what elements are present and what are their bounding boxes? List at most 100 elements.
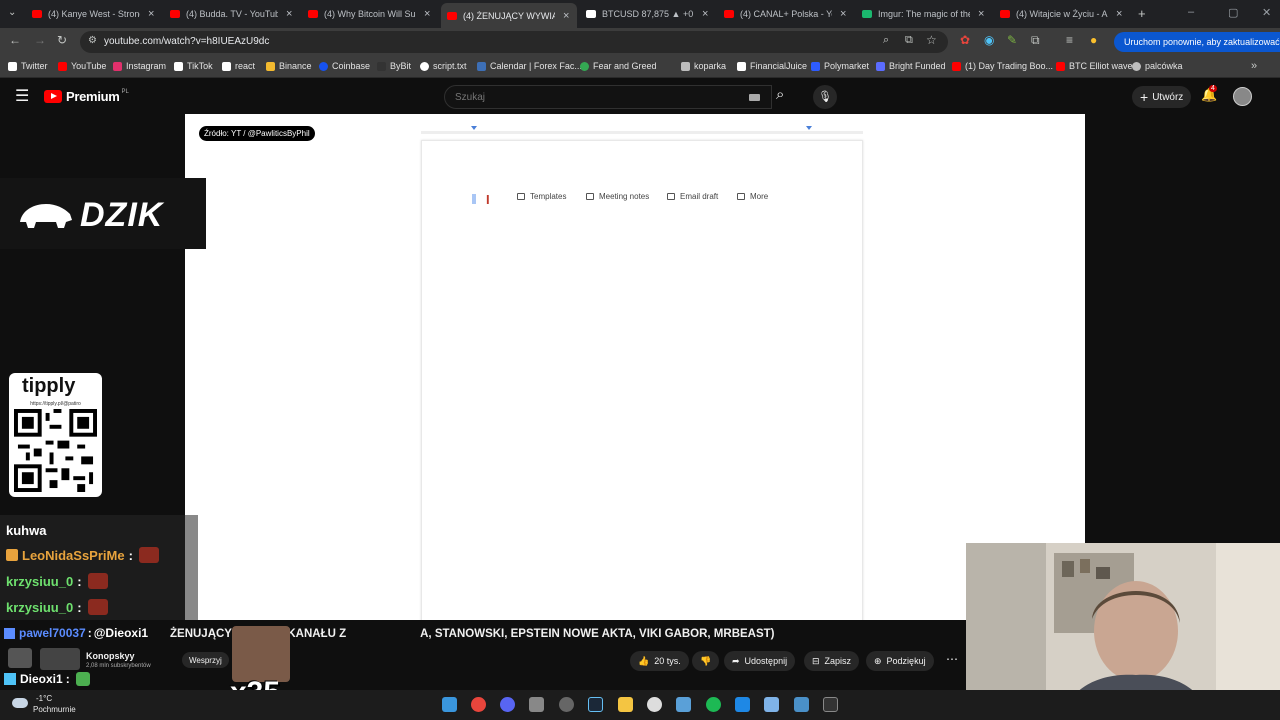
app-icon[interactable] [647,697,662,712]
meeting-notes-chip[interactable]: Meeting notes [586,189,649,203]
extension-icon[interactable]: ✎ [1007,33,1017,47]
app-icon[interactable] [676,697,691,712]
more-chip[interactable]: More [737,189,768,203]
forward-icon[interactable]: → [34,33,46,47]
browser-tab-active[interactable]: (4) ŻENUJĄCY WYWIAD K× [441,3,577,28]
app-icon[interactable] [559,697,574,712]
bookmark-item[interactable]: Bright Funded [876,61,946,71]
bookmark-item[interactable]: palcówka [1132,61,1183,71]
bookmark-item[interactable]: ByBit [377,61,411,71]
thanks-button[interactable]: ⊕ Podziękuj [866,651,934,671]
bookmark-item[interactable]: script.txt [420,61,467,71]
browser-tab[interactable]: BTCUSD 87,875 ▲ +0.87%× [580,4,716,24]
search-box[interactable] [444,85,772,109]
save-button[interactable]: ⊟ Zapisz [804,651,860,671]
windows-start-icon[interactable] [442,697,457,712]
document-page[interactable]: I [421,140,863,630]
profile-avatar-icon[interactable]: ● [1090,33,1097,47]
dislike-button[interactable]: 👎 [692,651,720,671]
update-restart-button[interactable]: Uruchom ponownie, aby zaktualizować⋮ [1114,32,1280,52]
site-info-icon[interactable]: ⚙ [88,35,97,46]
minimize-icon[interactable]: – [1188,6,1194,18]
url-text[interactable]: youtube.com/watch?v=h8IUEAzU9dc [104,36,269,47]
search-input[interactable] [455,90,735,104]
more-actions-icon[interactable]: ⋯ [946,652,958,666]
chrome-app-icon[interactable] [471,697,486,712]
install-icon[interactable]: ⧉ [905,34,913,47]
channel-name[interactable]: Konopskyy [86,651,135,661]
close-icon[interactable]: × [148,8,154,20]
bookmark-item[interactable]: Twitter [8,61,48,71]
close-icon[interactable]: × [286,8,292,20]
search-icon[interactable]: ⌕ [776,86,784,103]
bookmark-item[interactable]: (1) Day Trading Boo... [952,61,1053,71]
bookmark-item[interactable]: Fear and Greed [580,61,657,71]
address-bar[interactable]: ⚙ youtube.com/watch?v=h8IUEAzU9dc ⌕ ⧉ ☆ [80,31,948,53]
close-icon[interactable]: × [702,8,708,20]
maximize-icon[interactable]: ▢ [1228,6,1238,19]
chat-message: Dieoxi1: [4,672,90,686]
bookmark-item[interactable]: Binance [266,61,312,71]
chat-message: pawel70037: @Dieoxi1 [4,626,148,640]
browser-tab[interactable]: (4) CANAL+ Polska - YouTube× [718,4,854,24]
bookmark-item[interactable]: Polymarket [811,61,869,71]
bookmark-item[interactable]: TikTok [174,61,213,71]
terminal-app-icon[interactable] [823,697,838,712]
bookmark-item[interactable]: Instagram [113,61,166,71]
bookmark-item[interactable]: YouTube [58,61,106,71]
tab-search-icon[interactable]: ⌄ [8,7,16,18]
app-icon[interactable] [794,697,809,712]
file-explorer-icon[interactable] [618,697,633,712]
extension-icon[interactable]: ✿ [960,33,970,47]
browser-tab[interactable]: (4) Kanye West - Stronger× [26,4,162,24]
bookmark-item[interactable]: react [222,61,255,71]
microphone-icon[interactable]: 🎙 [813,85,837,109]
steam-app-icon[interactable] [588,697,603,712]
bookmark-item[interactable]: FinancialJuice [737,61,807,71]
close-window-icon[interactable]: ✕ [1262,6,1271,19]
video-player[interactable]: Źródło: YT / @PawliticsByPhil I Template… [185,114,1085,630]
bookmark-item[interactable]: koparka [681,61,726,71]
youtube-premium-logo[interactable]: Premium PL [44,89,129,104]
browser-tab[interactable]: (4) Why Bitcoin Will Surpass× [302,4,438,24]
templates-chip[interactable]: Templates [517,189,566,203]
keyboard-icon[interactable] [749,94,760,101]
hamburger-menu-icon[interactable]: ☰ [15,86,29,106]
bookmark-item[interactable]: BTC Elliot wave [1056,61,1133,71]
channel-avatar[interactable] [8,648,32,668]
reload-icon[interactable]: ↻ [57,33,67,47]
account-avatar[interactable] [1233,87,1252,106]
more-bookmarks-icon[interactable]: » [1251,60,1257,72]
weather-cloud-icon [12,698,28,708]
reading-list-icon[interactable]: ≡ [1066,33,1073,47]
browser-tab[interactable]: (4) Witajcie w Życiu - Ameryka× [994,4,1130,24]
browser-tab[interactable]: Imgur: The magic of the Internet× [856,4,992,24]
close-icon[interactable]: × [978,8,984,20]
spotify-app-icon[interactable] [706,697,721,712]
bookmark-star-icon[interactable]: ☆ [926,33,937,47]
extensions-puzzle-icon[interactable]: ⧉ [1031,33,1040,48]
back-icon[interactable]: ← [9,33,21,47]
email-draft-chip[interactable]: Email draft [667,189,718,203]
bookmark-item[interactable]: Calendar | Forex Fac... [477,61,582,71]
close-icon[interactable]: × [840,8,846,20]
support-button[interactable]: Wesprzyj [182,652,229,668]
new-tab-icon[interactable]: + [1138,6,1146,21]
like-button[interactable]: 👍 20 tys. [630,651,689,671]
notepad-app-icon[interactable] [764,697,779,712]
close-icon[interactable]: × [424,8,430,20]
extension-icon[interactable]: ◉ [984,33,994,47]
app-icon[interactable] [735,697,750,712]
bookmark-item[interactable]: Coinbase [319,61,370,71]
close-icon[interactable]: × [563,10,569,22]
discord-app-icon[interactable] [500,697,515,712]
close-icon[interactable]: × [1116,8,1122,20]
zoom-icon[interactable]: ⌕ [883,34,889,47]
browser-tab[interactable]: (4) Budda. TV - YouTube × [164,4,300,24]
tab-favicon [586,10,596,18]
app-icon[interactable] [529,697,544,712]
binance-logo-icon [266,61,275,71]
share-button[interactable]: ➦ Udostępnij [724,651,796,671]
create-button[interactable]: + Utwórz [1132,86,1192,108]
channel-avatar[interactable] [40,648,80,670]
